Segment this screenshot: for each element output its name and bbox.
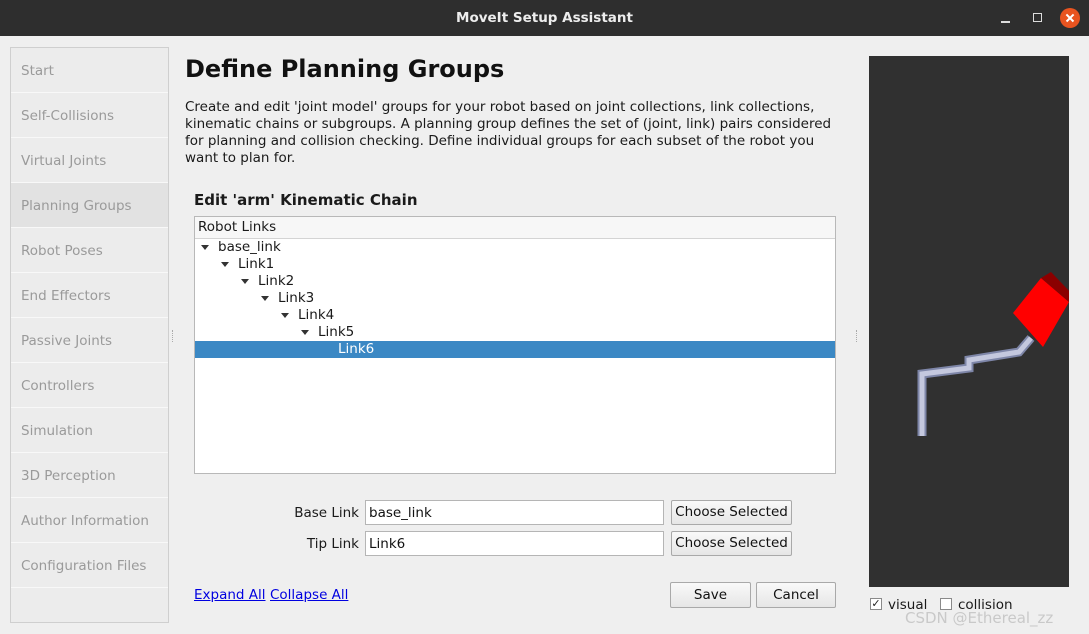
tree-item-label: Link1 bbox=[238, 256, 275, 272]
tip-link-label: Tip Link bbox=[306, 536, 359, 552]
sidebar-item-configuration-files[interactable]: Configuration Files bbox=[11, 543, 168, 588]
close-icon[interactable] bbox=[1060, 8, 1080, 28]
tree-item-link2[interactable]: Link2 bbox=[195, 273, 835, 290]
sidebar-item-controllers[interactable]: Controllers bbox=[11, 363, 168, 408]
tree-header[interactable]: Robot Links bbox=[195, 217, 835, 239]
sidebar-item-robot-poses[interactable]: Robot Poses bbox=[11, 228, 168, 273]
tree-item-label: Link5 bbox=[318, 324, 355, 340]
tree-item-label: Link3 bbox=[278, 290, 315, 306]
expand-arrow-icon[interactable] bbox=[201, 245, 209, 250]
tree-item-label: Link4 bbox=[298, 307, 335, 323]
visual-checkbox[interactable]: ✓ bbox=[870, 598, 882, 610]
tree-item-base-link[interactable]: base_link bbox=[195, 239, 835, 256]
expand-arrow-icon[interactable] bbox=[261, 296, 269, 301]
tree-item-label: base_link bbox=[218, 239, 281, 255]
tree-item-link4[interactable]: Link4 bbox=[195, 307, 835, 324]
sidebar-item-start[interactable]: Start bbox=[11, 48, 168, 93]
maximize-icon[interactable] bbox=[1028, 8, 1048, 28]
expand-arrow-icon[interactable] bbox=[301, 330, 309, 335]
choose-selected-tip-button[interactable]: Choose Selected bbox=[671, 531, 792, 556]
sidebar-splitter-handle[interactable] bbox=[172, 330, 175, 342]
sidebar-item-passive-joints[interactable]: Passive Joints bbox=[11, 318, 168, 363]
watermark-text: CSDN @Ethereal_zz bbox=[905, 609, 1054, 627]
tree-item-link3[interactable]: Link3 bbox=[195, 290, 835, 307]
sidebar-item-end-effectors[interactable]: End Effectors bbox=[11, 273, 168, 318]
save-button[interactable]: Save bbox=[670, 582, 751, 608]
tree-item-link6[interactable]: Link6 bbox=[195, 341, 835, 358]
sidebar-item-planning-groups[interactable]: Planning Groups bbox=[11, 183, 168, 228]
sidebar-item-simulation[interactable]: Simulation bbox=[11, 408, 168, 453]
robot-links-tree[interactable]: Robot Links base_link Link1 Link2 Link3 … bbox=[194, 216, 836, 474]
title-bar: MoveIt Setup Assistant bbox=[0, 0, 1089, 36]
tree-item-label: Link6 bbox=[338, 341, 375, 357]
robot-3d-viewport[interactable] bbox=[869, 56, 1069, 587]
base-link-input[interactable] bbox=[365, 500, 664, 525]
viewport-splitter-handle[interactable] bbox=[856, 330, 859, 342]
window-title: MoveIt Setup Assistant bbox=[456, 10, 633, 26]
sidebar-item-author-information[interactable]: Author Information bbox=[11, 498, 168, 543]
choose-selected-base-button[interactable]: Choose Selected bbox=[671, 500, 792, 525]
minimize-icon[interactable] bbox=[996, 8, 1016, 28]
expand-arrow-icon[interactable] bbox=[221, 262, 229, 267]
section-title: Edit 'arm' Kinematic Chain bbox=[194, 191, 418, 209]
page-title: Define Planning Groups bbox=[185, 55, 505, 83]
tip-link-input[interactable] bbox=[365, 531, 664, 556]
sidebar-item-self-collisions[interactable]: Self-Collisions bbox=[11, 93, 168, 138]
sidebar-nav: Start Self-Collisions Virtual Joints Pla… bbox=[10, 47, 169, 623]
tree-item-label: Link2 bbox=[258, 273, 295, 289]
expand-arrow-icon[interactable] bbox=[281, 313, 289, 318]
sidebar-item-3d-perception[interactable]: 3D Perception bbox=[11, 453, 168, 498]
base-link-label: Base Link bbox=[294, 505, 359, 521]
tree-item-link5[interactable]: Link5 bbox=[195, 324, 835, 341]
sidebar-item-virtual-joints[interactable]: Virtual Joints bbox=[11, 138, 168, 183]
expand-arrow-icon[interactable] bbox=[241, 279, 249, 284]
page-description: Create and edit 'joint model' groups for… bbox=[185, 99, 832, 166]
expand-all-link[interactable]: Expand All bbox=[194, 587, 266, 603]
cancel-button[interactable]: Cancel bbox=[756, 582, 836, 608]
tree-item-link1[interactable]: Link1 bbox=[195, 256, 835, 273]
collapse-all-link[interactable]: Collapse All bbox=[270, 587, 348, 603]
robot-arm-model bbox=[917, 272, 1069, 436]
